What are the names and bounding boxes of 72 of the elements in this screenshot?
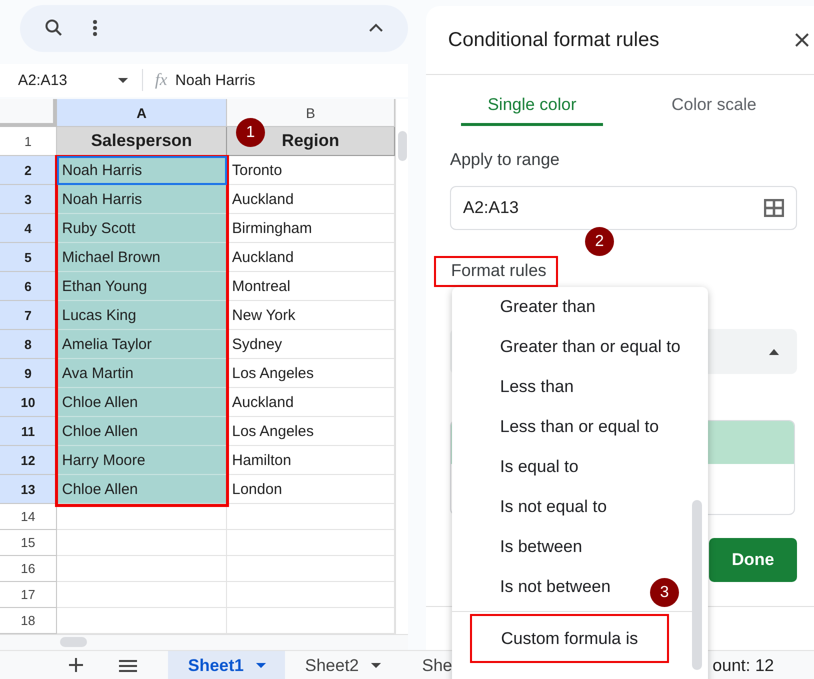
- row-header[interactable]: 15: [0, 530, 57, 556]
- table-cell: Noah Harris: [57, 185, 227, 214]
- menu-item[interactable]: Is not equal to: [452, 487, 708, 527]
- name-box[interactable]: A2:A13: [0, 72, 118, 89]
- row-header[interactable]: 17: [0, 582, 57, 608]
- table-cell: Michael Brown: [57, 243, 227, 272]
- menu-item[interactable]: Greater than: [452, 287, 708, 327]
- menu-item[interactable]: Greater than or equal to: [452, 327, 708, 367]
- table-cell: Chloe Allen: [57, 417, 227, 446]
- menu-item[interactable]: Custom formula is: [470, 614, 669, 663]
- table-cell: Amelia Taylor: [57, 330, 227, 360]
- row-header[interactable]: 9: [0, 359, 57, 388]
- table-cell: London: [227, 475, 395, 504]
- row-header[interactable]: 1: [0, 127, 57, 156]
- table-cell: Montreal: [227, 272, 395, 302]
- caret-icon: [769, 348, 779, 354]
- table-cell: Ava Martin: [57, 359, 227, 388]
- section-label: Format rules: [434, 256, 558, 287]
- table-cell: Auckland: [227, 243, 395, 272]
- column-header[interactable]: A: [57, 99, 227, 128]
- menu-item[interactable]: Is between: [452, 527, 708, 567]
- menu-item[interactable]: Less than: [452, 367, 708, 407]
- function-label: fx: [155, 70, 168, 90]
- table-cell: Ruby Scott: [57, 214, 227, 244]
- row-header[interactable]: 11: [0, 417, 57, 446]
- table-cell: Hamilton: [227, 446, 395, 476]
- row-header[interactable]: 2: [0, 156, 57, 186]
- row-header[interactable]: 13: [0, 475, 57, 504]
- range-field[interactable]: A2:A13: [450, 186, 797, 230]
- table-cell: Noah Harris: [57, 156, 227, 186]
- tab[interactable]: Single color: [461, 89, 603, 126]
- status-text: ount: 12: [712, 656, 774, 676]
- column-title: Salesperson: [57, 127, 227, 156]
- grid-icon[interactable]: [764, 199, 784, 217]
- done-button[interactable]: Done: [709, 538, 797, 582]
- table-cell: Auckland: [227, 185, 395, 214]
- sheet-tab[interactable]: Sheet1: [168, 651, 285, 679]
- table-cell: Auckland: [227, 388, 395, 418]
- table-cell: Toronto: [227, 156, 395, 186]
- row-header[interactable]: 3: [0, 185, 57, 214]
- table-cell: Lucas King: [57, 301, 227, 330]
- row-header[interactable]: 12: [0, 446, 57, 476]
- table-cell: Harry Moore: [57, 446, 227, 476]
- vertical-scrollbar[interactable]: [395, 99, 408, 634]
- panel-title: Conditional format rules: [448, 28, 660, 52]
- table-cell: Los Angeles: [227, 417, 395, 446]
- row-header[interactable]: 18: [0, 608, 57, 634]
- row-header[interactable]: 16: [0, 556, 57, 582]
- field-label: Apply to range: [450, 150, 561, 170]
- row-header[interactable]: 7: [0, 301, 57, 330]
- row-header[interactable]: 5: [0, 243, 57, 272]
- table-cell: Ethan Young: [57, 272, 227, 302]
- table-cell: Los Angeles: [227, 359, 395, 388]
- menu-item[interactable]: Is equal to: [452, 447, 708, 487]
- menu-item[interactable]: Less than or equal to: [452, 407, 708, 447]
- table-cell: Birmingham: [227, 214, 395, 244]
- row-header[interactable]: 14: [0, 504, 57, 530]
- row-header[interactable]: 4: [0, 214, 57, 244]
- tab[interactable]: Color scale: [643, 89, 785, 126]
- caret-icon[interactable]: [118, 78, 128, 83]
- table-cell: New York: [227, 301, 395, 330]
- scrollbar-thumb[interactable]: [692, 500, 702, 670]
- table-cell: Chloe Allen: [57, 388, 227, 418]
- row-header[interactable]: 6: [0, 272, 57, 302]
- horizontal-scrollbar[interactable]: [0, 634, 408, 650]
- column-header[interactable]: B: [227, 99, 395, 128]
- row-header[interactable]: 10: [0, 388, 57, 418]
- table-cell: Sydney: [227, 330, 395, 360]
- row-header[interactable]: 8: [0, 330, 57, 360]
- sheet-tab[interactable]: Sheet2: [285, 651, 402, 679]
- formula-text[interactable]: Noah Harris: [175, 72, 256, 89]
- table-cell: Chloe Allen: [57, 475, 227, 504]
